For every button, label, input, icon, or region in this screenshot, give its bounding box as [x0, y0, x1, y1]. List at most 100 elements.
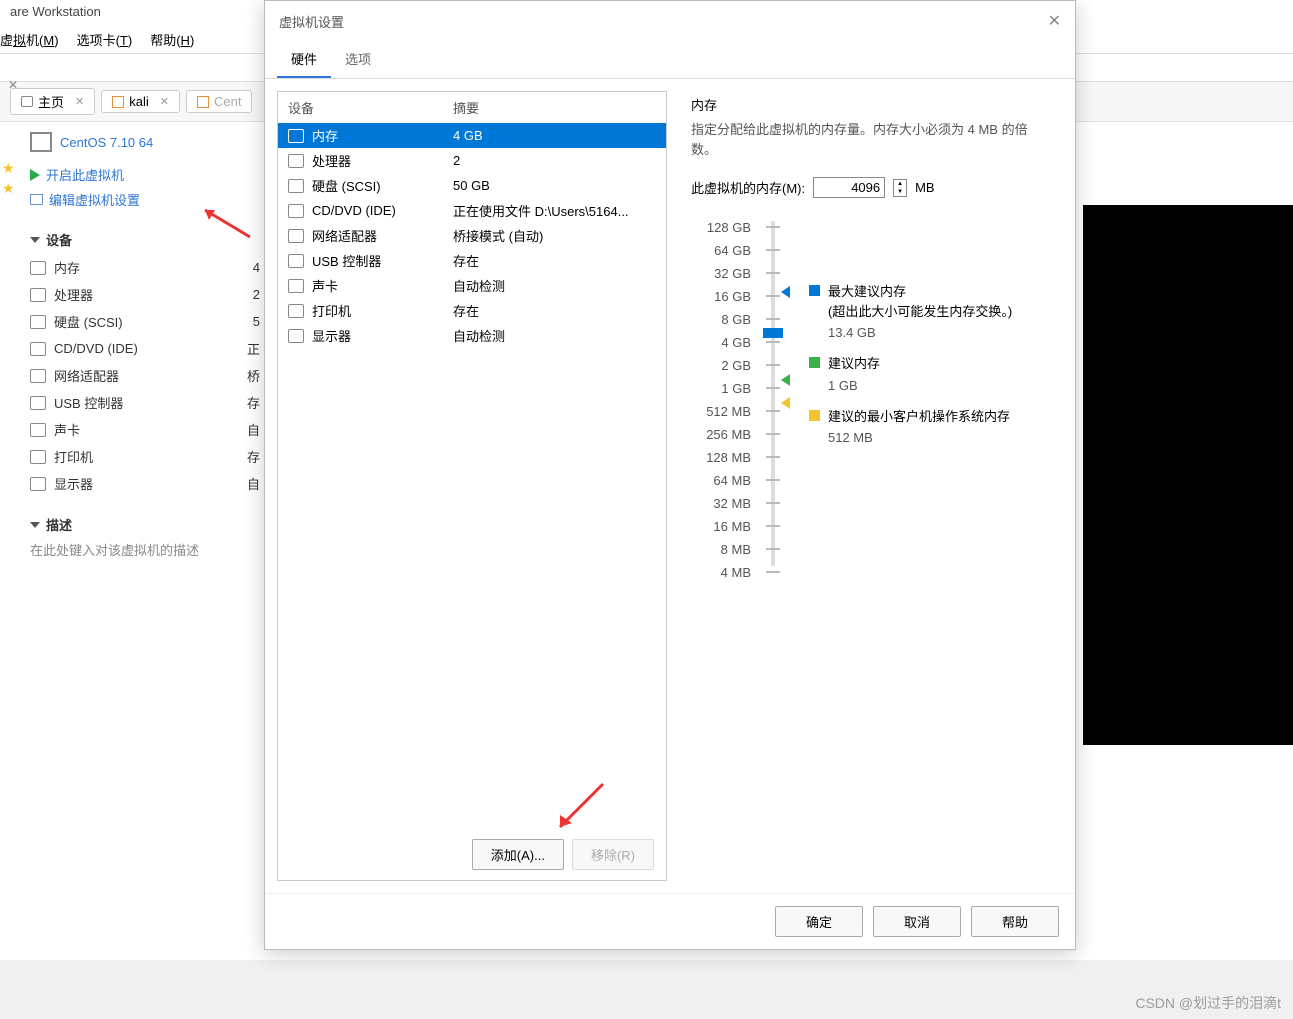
device-row[interactable]: 处理器2 [278, 148, 666, 173]
device-icon [30, 288, 46, 302]
remove-button: 移除(R) [572, 839, 654, 870]
close-icon[interactable]: ✕ [75, 95, 84, 108]
device-row[interactable]: USB 控制器存在 [278, 248, 666, 273]
tick-label: 32 MB [691, 492, 751, 515]
power-on-link[interactable]: 开启此虚拟机 [30, 162, 260, 187]
device-icon [288, 254, 304, 268]
device-row[interactable]: 网络适配器桥接模式 (自动) [278, 223, 666, 248]
help-button[interactable]: 帮助 [971, 906, 1059, 937]
tick-label: 16 MB [691, 515, 751, 538]
tick-label: 128 GB [691, 216, 751, 239]
marker-max-icon [781, 286, 790, 298]
tick-label: 32 GB [691, 262, 751, 285]
menu-tabs[interactable]: 选项卡(T) [77, 30, 133, 49]
menu-help[interactable]: 帮助(H) [150, 30, 194, 49]
cancel-button[interactable]: 取消 [873, 906, 961, 937]
close-panel-x[interactable]: ✕ [8, 78, 18, 92]
dialog-title: 虚拟机设置 [279, 12, 344, 31]
square-yellow-icon [809, 410, 820, 421]
device-icon [288, 229, 304, 243]
memory-slider[interactable] [761, 216, 785, 584]
tab-options[interactable]: 选项 [331, 41, 385, 78]
sidebar-device-row[interactable]: 显示器自 [30, 470, 260, 497]
device-icon [288, 329, 304, 343]
vm-title: CentOS 7.10 64 [30, 132, 260, 152]
vm-icon [112, 96, 124, 108]
memory-unit: MB [915, 180, 935, 195]
vm-settings-dialog: 虚拟机设置 ✕ 硬件 选项 设备 摘要 内存4 GB处理器2硬盘 (SCSI)5… [264, 0, 1076, 950]
col-device: 设备 [288, 98, 453, 117]
sidebar-device-row[interactable]: 网络适配器桥 [30, 362, 260, 389]
device-icon [288, 204, 304, 218]
device-row[interactable]: 内存4 GB [278, 123, 666, 148]
chevron-down-icon [30, 237, 40, 243]
menu-vm[interactable]: 虚拟机(M) [0, 30, 59, 49]
device-row[interactable]: 硬盘 (SCSI)50 GB [278, 173, 666, 198]
device-row[interactable]: 显示器自动检测 [278, 323, 666, 348]
device-icon [288, 129, 304, 143]
tick-label: 8 MB [691, 538, 751, 561]
memory-label: 此虚拟机的内存(M): [691, 178, 805, 197]
sidebar-device-row[interactable]: CD/DVD (IDE)正 [30, 335, 260, 362]
close-icon[interactable]: ✕ [1048, 11, 1061, 31]
tick-label: 2 GB [691, 354, 751, 377]
device-icon [30, 369, 46, 383]
sidebar-device-row[interactable]: 声卡自 [30, 416, 260, 443]
tick-label: 4 MB [691, 561, 751, 584]
vm-icon [197, 96, 209, 108]
slider-thumb[interactable] [763, 328, 783, 338]
edit-icon [30, 194, 43, 205]
close-icon[interactable]: ✕ [160, 95, 169, 108]
memory-hint: 指定分配给此虚拟机的内存量。内存大小必须为 4 MB 的倍数。 [691, 120, 1053, 159]
sidebar-device-row[interactable]: 硬盘 (SCSI)5 [30, 308, 260, 335]
tick-label: 512 MB [691, 400, 751, 423]
description-placeholder[interactable]: 在此处键入对该虚拟机的描述 [30, 540, 260, 559]
tick-label: 4 GB [691, 331, 751, 354]
description-header[interactable]: 描述 [30, 515, 260, 534]
sidebar-device-row[interactable]: USB 控制器存 [30, 389, 260, 416]
sidebar-device-row[interactable]: 处理器2 [30, 281, 260, 308]
device-row[interactable]: CD/DVD (IDE)正在使用文件 D:\Users\5164... [278, 198, 666, 223]
sidebar-device-row[interactable]: 内存4 [30, 254, 260, 281]
square-blue-icon [809, 285, 820, 296]
device-list-panel: 设备 摘要 内存4 GB处理器2硬盘 (SCSI)50 GBCD/DVD (ID… [277, 91, 667, 881]
star-icon: ★ [2, 160, 15, 177]
watermark: CSDN @划过手的泪滴t [1135, 993, 1281, 1013]
tab-kali[interactable]: kali ✕ [101, 90, 180, 113]
tab-hardware[interactable]: 硬件 [277, 41, 331, 78]
tab-cent[interactable]: Cent [186, 90, 252, 113]
memory-heading: 内存 [691, 95, 1053, 114]
memory-spinner[interactable]: ▲▼ [893, 179, 907, 197]
tick-label: 128 MB [691, 446, 751, 469]
home-icon [21, 96, 33, 107]
memory-input[interactable] [813, 177, 885, 198]
sidebar-device-row[interactable]: 打印机存 [30, 443, 260, 470]
tick-label: 256 MB [691, 423, 751, 446]
col-summary: 摘要 [453, 98, 479, 117]
annotation-arrow-icon [548, 779, 608, 839]
ok-button[interactable]: 确定 [775, 906, 863, 937]
tick-label: 64 GB [691, 239, 751, 262]
device-icon [288, 279, 304, 293]
annotation-arrow-icon [195, 202, 255, 242]
add-button[interactable]: 添加(A)... [472, 839, 564, 870]
device-list[interactable]: 内存4 GB处理器2硬盘 (SCSI)50 GBCD/DVD (IDE)正在使用… [278, 123, 666, 829]
star-icon: ★ [2, 180, 15, 197]
vm-sidebar: CentOS 7.10 64 开启此虚拟机 编辑虚拟机设置 设备 内存4处理器2… [0, 122, 260, 962]
device-icon [30, 342, 46, 356]
device-row[interactable]: 声卡自动检测 [278, 273, 666, 298]
tab-cent-label: Cent [214, 94, 241, 109]
device-row[interactable]: 打印机存在 [278, 298, 666, 323]
device-icon [30, 477, 46, 491]
tab-home[interactable]: 主页 ✕ [10, 88, 95, 115]
tick-label: 64 MB [691, 469, 751, 492]
vm-title-icon [30, 132, 52, 152]
device-icon [288, 179, 304, 193]
device-icon [30, 423, 46, 437]
marker-rec-icon [781, 374, 790, 386]
device-icon [30, 450, 46, 464]
memory-panel: 内存 指定分配给此虚拟机的内存量。内存大小必须为 4 MB 的倍数。 此虚拟机的… [681, 91, 1063, 881]
device-icon [30, 396, 46, 410]
device-icon [30, 315, 46, 329]
device-icon [288, 154, 304, 168]
